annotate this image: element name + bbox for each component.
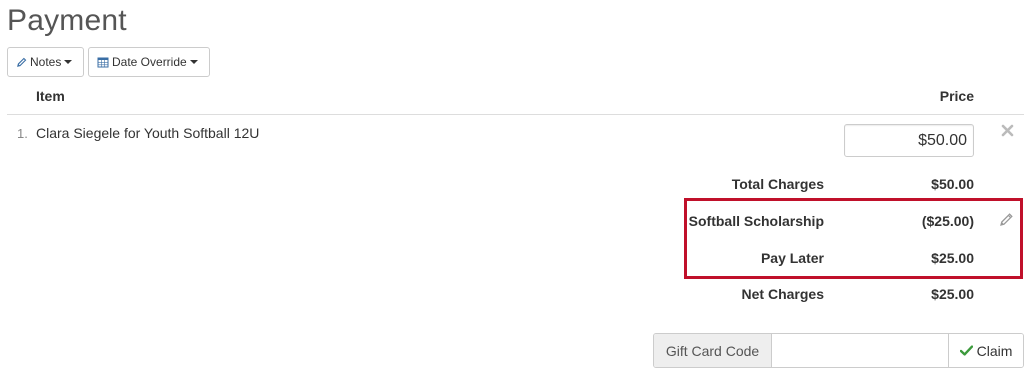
item-name: Clara Siegele for Youth Softball 12U	[36, 125, 260, 141]
price-column-header: Price	[939, 88, 974, 104]
notes-button-label: Notes	[30, 55, 62, 69]
net-charges-label: Net Charges	[741, 286, 824, 302]
pencil-icon	[16, 57, 27, 68]
page-title: Payment	[7, 4, 127, 37]
date-override-button[interactable]: Date Override	[88, 47, 210, 77]
total-charges-value: $50.00	[931, 176, 974, 192]
date-override-button-label: Date Override	[112, 55, 187, 69]
claim-button-label: Claim	[976, 342, 1013, 359]
highlight-box	[684, 198, 1023, 279]
price-input[interactable]	[844, 124, 974, 157]
item-column-header: Item	[36, 88, 65, 104]
close-icon[interactable]	[1001, 124, 1014, 142]
chevron-down-icon	[189, 60, 198, 64]
calendar-icon	[97, 56, 109, 68]
chevron-down-icon	[64, 60, 73, 64]
total-charges-label: Total Charges	[731, 176, 824, 192]
header-divider	[7, 114, 1024, 115]
gift-card-label: Gift Card Code	[654, 334, 772, 367]
edit-pencil-icon[interactable]	[998, 212, 1014, 233]
notes-button[interactable]: Notes	[7, 47, 84, 77]
gift-card-input[interactable]	[772, 334, 948, 367]
claim-button[interactable]: Claim	[948, 334, 1023, 367]
row-number: 1.	[17, 126, 28, 141]
check-icon	[959, 345, 973, 356]
gift-card-group: Gift Card Code Claim	[653, 333, 1024, 368]
net-charges-value: $25.00	[931, 286, 974, 302]
